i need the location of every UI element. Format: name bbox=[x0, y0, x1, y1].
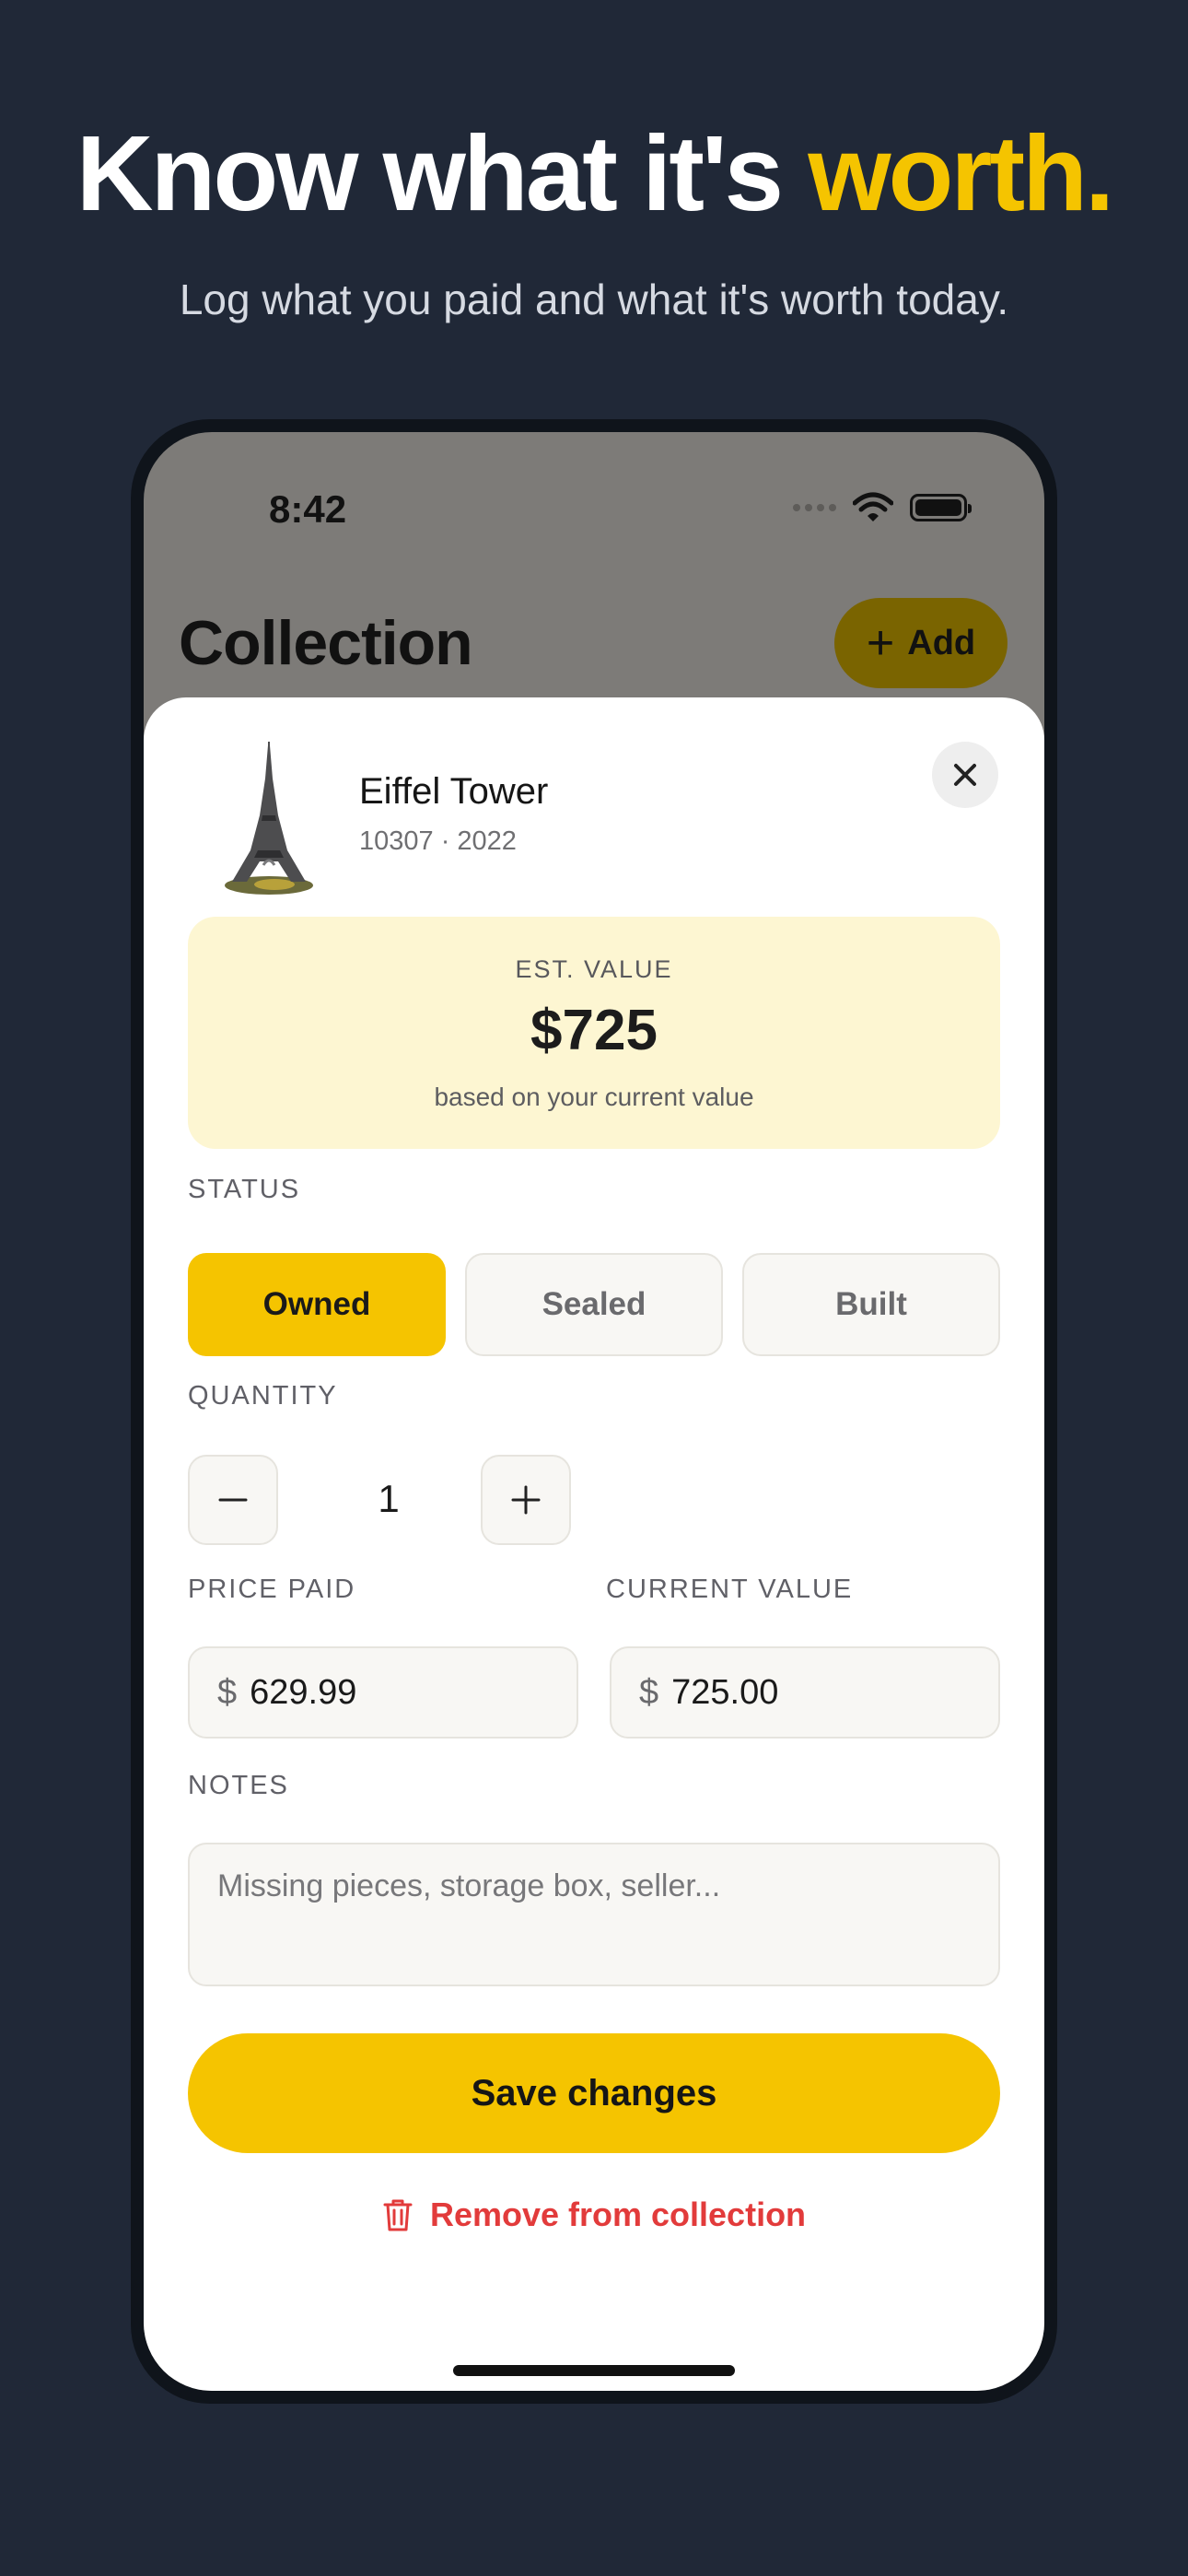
remove-label: Remove from collection bbox=[429, 2195, 807, 2233]
close-icon bbox=[954, 764, 976, 786]
plus-icon: + bbox=[866, 616, 895, 670]
headline-main: Know what it's bbox=[76, 113, 809, 233]
edit-item-sheet: Eiffel Tower 10307 · 2022 EST. VALUE $72… bbox=[144, 697, 1044, 2391]
status-option-owned[interactable]: Owned bbox=[188, 1253, 446, 1356]
close-button[interactable] bbox=[932, 742, 998, 808]
est-value-label: EST. VALUE bbox=[515, 955, 673, 983]
remove-from-collection-button[interactable]: Remove from collection bbox=[144, 2192, 1044, 2238]
price-paid-currency: $ bbox=[217, 1672, 238, 1712]
status-label: STATUS bbox=[188, 1175, 301, 1204]
current-value-currency: $ bbox=[639, 1672, 659, 1712]
notes-input[interactable]: Missing pieces, storage box, seller... bbox=[188, 1843, 1000, 1986]
current-value-label: CURRENT VALUE bbox=[606, 1575, 854, 1604]
current-value-field[interactable]: $ 725.00 bbox=[610, 1646, 1000, 1739]
quantity-decrement-button[interactable] bbox=[188, 1455, 278, 1545]
quantity-value: 1 bbox=[378, 1477, 400, 1520]
est-value-note: based on your current value bbox=[434, 1083, 754, 1111]
price-paid-field[interactable]: $ 629.99 bbox=[188, 1646, 578, 1739]
quantity-increment-button[interactable] bbox=[481, 1455, 571, 1545]
home-indicator[interactable] bbox=[453, 2365, 735, 2376]
price-paid-value: 629.99 bbox=[250, 1672, 357, 1712]
status-time: 8:42 bbox=[269, 487, 347, 531]
add-button-label: Add bbox=[907, 623, 976, 662]
notes-label: NOTES bbox=[188, 1771, 289, 1800]
add-button[interactable]: + Add bbox=[834, 598, 1007, 688]
headline-accent: worth. bbox=[808, 113, 1114, 233]
marketing-headline: Know what it's worth. bbox=[0, 118, 1188, 228]
battery-icon bbox=[910, 494, 972, 521]
status-option-sealed[interactable]: Sealed bbox=[465, 1253, 723, 1356]
save-changes-button[interactable]: Save changes bbox=[188, 2033, 1000, 2153]
current-value-value: 725.00 bbox=[671, 1672, 779, 1712]
est-value-amount: $725 bbox=[530, 999, 658, 1062]
signal-icon bbox=[793, 504, 836, 511]
item-meta: 10307 · 2022 bbox=[359, 826, 517, 856]
status-option-built[interactable]: Built bbox=[742, 1253, 1000, 1356]
trash-icon bbox=[383, 2199, 413, 2231]
plus-icon bbox=[511, 1485, 541, 1515]
quantity-label: QUANTITY bbox=[188, 1381, 338, 1411]
collection-title: Collection bbox=[179, 608, 473, 678]
phone-screen: 8:42 Collection + Add Eiffel Tower 10307… bbox=[144, 432, 1044, 2391]
price-paid-label: PRICE PAID bbox=[188, 1575, 356, 1604]
minus-icon bbox=[218, 1498, 248, 1502]
item-name: Eiffel Tower bbox=[359, 771, 549, 812]
status-icons bbox=[793, 489, 972, 526]
estimated-value-card: EST. VALUE $725 based on your current va… bbox=[188, 917, 1000, 1149]
phone-frame: 8:42 Collection + Add Eiffel Tower 10307… bbox=[131, 419, 1057, 2404]
wifi-icon bbox=[853, 492, 893, 521]
eiffel-tower-thumbnail bbox=[225, 742, 313, 895]
marketing-subline: Log what you paid and what it's worth to… bbox=[179, 275, 1009, 323]
